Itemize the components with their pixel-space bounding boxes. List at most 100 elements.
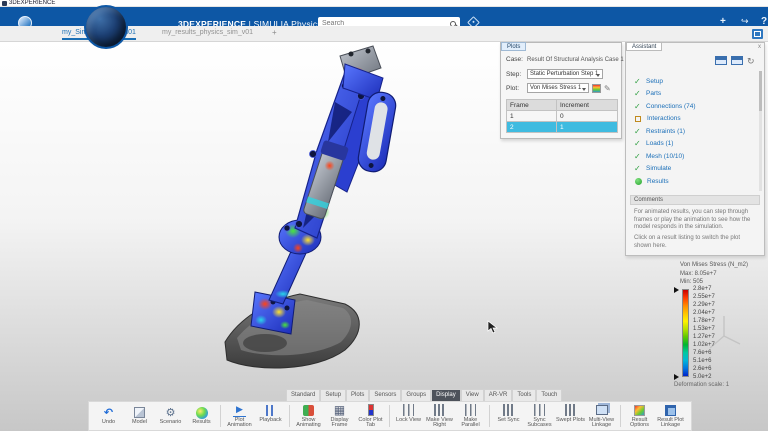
plot-value: Von Mises Stress 1 (530, 85, 581, 91)
button-label: Swept Plots (556, 418, 585, 424)
bar-tab-groups[interactable]: Groups (401, 389, 431, 401)
result-plot-linkage-icon (665, 405, 676, 416)
model-cube-icon (134, 407, 145, 418)
show-animating-icon (303, 405, 314, 416)
assistant-item-parts[interactable]: ✓ Parts (634, 88, 754, 101)
make-view-right-button[interactable]: Make View Right (424, 404, 455, 429)
toolbar-separator (489, 405, 490, 427)
action-bar-tabs: Standard Setup Plots Sensors Groups Disp… (286, 389, 562, 401)
scrollbar[interactable] (759, 71, 762, 191)
button-label: Show Animating (293, 418, 324, 429)
check-icon: ✓ (634, 164, 642, 173)
button-label: Result Plot Linkage (655, 418, 686, 429)
table-row[interactable]: 1 0 (507, 111, 618, 122)
legend-tick: 5.1e+6 (693, 358, 715, 364)
playback-button[interactable]: Playback (255, 404, 286, 429)
undo-button[interactable]: ↶ Undo (93, 406, 124, 426)
prosthetic-leg-model[interactable] (195, 42, 465, 392)
results-button[interactable]: Results (186, 406, 217, 426)
assistant-item-setup[interactable]: ✓ Setup (634, 75, 754, 88)
window-title: 3DEXPERIENCE (9, 0, 55, 6)
lock-view-button[interactable]: Lock View (393, 404, 424, 429)
check-icon: ✓ (634, 139, 642, 148)
undo-icon: ↶ (102, 406, 115, 419)
make-parallel-icon (465, 404, 476, 416)
scenario-gear-icon: ⚙ (164, 406, 177, 419)
increment-cell[interactable]: 0 (557, 111, 618, 122)
assistant-item-interactions[interactable]: Interactions (634, 113, 754, 126)
make-parallel-button[interactable]: Make Parallel (455, 404, 486, 429)
pending-step-icon (635, 116, 641, 122)
assistant-item-mesh[interactable]: ✓ Mesh (10/10) (634, 150, 754, 163)
assistant-item-results[interactable]: Results (634, 175, 754, 188)
doc-tab-secondary[interactable]: my_results_physics_sim_v01 (162, 29, 253, 36)
legend-tick: 2.55e+7 (693, 294, 715, 300)
set-sync-button[interactable]: Set Sync (493, 404, 524, 429)
plot-animation-button[interactable]: ▶ Plot Animation (224, 404, 255, 429)
lock-view-icon (403, 404, 414, 416)
check-icon: ✓ (634, 127, 642, 136)
display-frame-button[interactable]: ▦ Display Frame (324, 404, 355, 429)
check-icon: ✓ (634, 152, 642, 161)
multi-view-linkage-button[interactable]: Multi-View Linkage (586, 404, 617, 429)
playback-icon (266, 405, 276, 416)
button-label: Plot Animation (224, 418, 255, 429)
action-bar: ↶ Undo Model ⚙ Scenario Results ▶ Plot A… (88, 401, 692, 431)
case-label: Case: (506, 56, 524, 63)
bar-tab-plots[interactable]: Plots (346, 389, 369, 401)
result-options-button[interactable]: Result Options (624, 404, 655, 429)
legend-tick: 7.6e+6 (693, 350, 715, 356)
frame-column-header[interactable]: Frame (507, 100, 557, 111)
deformation-scale-label: Deformation scale: 1 (674, 382, 729, 388)
table-view-icon[interactable] (715, 56, 727, 65)
color-plot-tab-button[interactable]: Color Plot Tab (355, 404, 386, 429)
button-label: Results (192, 420, 210, 426)
bar-tab-standard[interactable]: Standard (286, 389, 320, 401)
edit-plot-icon[interactable]: ✎ (604, 84, 611, 93)
bar-tab-ar-vr[interactable]: AR-VR (484, 389, 513, 401)
current-step-icon (635, 178, 642, 185)
bar-tab-sensors[interactable]: Sensors (369, 389, 401, 401)
increment-column-header[interactable]: Increment (557, 100, 618, 111)
increment-cell[interactable]: 1 (557, 122, 618, 133)
show-animating-button[interactable]: Show Animating (293, 404, 324, 429)
app-favicon-icon (2, 1, 7, 6)
panel-restore-icon[interactable] (752, 29, 763, 39)
bar-tab-touch[interactable]: Touch (536, 389, 562, 401)
plot-select[interactable]: Von Mises Stress 1 (527, 83, 589, 93)
bar-tab-setup[interactable]: Setup (320, 389, 346, 401)
step-value: Static Perturbation Step 1 (530, 71, 598, 77)
sync-subcases-button[interactable]: Sync Subcases (524, 404, 555, 429)
assistant-item-label: Interactions (647, 115, 681, 122)
refresh-icon[interactable]: ↻ (747, 56, 758, 67)
assistant-item-restraints[interactable]: ✓ Restraints (1) (634, 125, 754, 138)
plots-panel-tab[interactable]: Plots (501, 42, 526, 51)
bar-tab-display[interactable]: Display (431, 389, 461, 401)
swept-plots-icon (565, 404, 576, 416)
button-label: Make Parallel (455, 418, 486, 429)
button-label: Display Frame (324, 418, 355, 429)
step-select[interactable]: Static Perturbation Step 1 (527, 69, 603, 79)
plots-panel: Plots Case: Result Of Structural Analysi… (500, 42, 622, 139)
assistant-panel-tab[interactable]: Assistant (626, 42, 662, 51)
button-label: Model (132, 420, 147, 426)
frame-cell[interactable]: 1 (507, 111, 557, 122)
assistant-item-simulate[interactable]: ✓ Simulate (634, 163, 754, 176)
user-avatar[interactable] (84, 5, 128, 49)
report-view-icon[interactable] (731, 56, 743, 65)
swept-plots-button[interactable]: Swept Plots (555, 404, 586, 429)
scenario-button[interactable]: ⚙ Scenario (155, 406, 186, 426)
result-plot-linkage-button[interactable]: Result Plot Linkage (655, 404, 686, 429)
assistant-item-loads[interactable]: ✓ Loads (1) (634, 138, 754, 151)
result-options-icon (634, 405, 645, 416)
spectrum-icon[interactable] (592, 84, 601, 93)
close-icon[interactable]: x (758, 44, 761, 50)
table-row-selected[interactable]: 2 1 (507, 122, 618, 133)
bar-tab-view[interactable]: View (461, 389, 484, 401)
assistant-item-connections[interactable]: ✓ Connections (74) (634, 100, 754, 113)
doc-tab-add-button[interactable]: + (272, 28, 277, 37)
bar-tab-tools[interactable]: Tools (512, 389, 536, 401)
step-label: Step: (506, 71, 524, 78)
model-button[interactable]: Model (124, 406, 155, 426)
frame-cell[interactable]: 2 (507, 122, 557, 133)
